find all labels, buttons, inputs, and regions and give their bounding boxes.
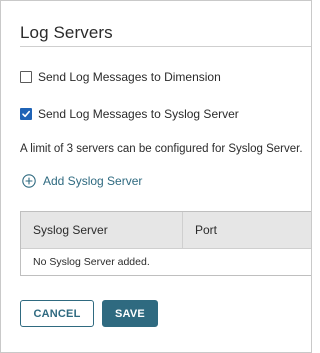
checkmark-icon bbox=[22, 110, 30, 118]
column-header-port[interactable]: Port bbox=[183, 212, 311, 248]
save-button[interactable]: SAVE bbox=[102, 300, 158, 327]
send-to-syslog-checkbox[interactable] bbox=[20, 108, 32, 120]
page-title: Log Servers bbox=[20, 23, 113, 42]
send-to-dimension-label: Send Log Messages to Dimension bbox=[38, 70, 221, 84]
log-servers-panel: Log Servers Send Log Messages to Dimensi… bbox=[0, 0, 312, 353]
send-to-dimension-option[interactable]: Send Log Messages to Dimension bbox=[20, 70, 221, 84]
send-to-syslog-label: Send Log Messages to Syslog Server bbox=[38, 107, 239, 121]
table-empty-message: No Syslog Server added. bbox=[21, 249, 311, 275]
server-limit-info: A limit of 3 servers can be configured f… bbox=[20, 143, 303, 155]
syslog-server-table: Syslog Server Port No Syslog Server adde… bbox=[20, 211, 311, 276]
table-header: Syslog Server Port bbox=[21, 212, 311, 249]
send-to-dimension-checkbox[interactable] bbox=[20, 71, 32, 83]
cancel-button[interactable]: CANCEL bbox=[20, 300, 94, 327]
column-header-syslog-server[interactable]: Syslog Server bbox=[21, 212, 183, 248]
send-to-syslog-option[interactable]: Send Log Messages to Syslog Server bbox=[20, 107, 239, 121]
add-syslog-server-label: Add Syslog Server bbox=[43, 174, 143, 188]
title-divider bbox=[20, 46, 311, 47]
add-syslog-server-link[interactable]: Add Syslog Server bbox=[22, 174, 142, 188]
plus-circle-icon bbox=[22, 174, 36, 188]
